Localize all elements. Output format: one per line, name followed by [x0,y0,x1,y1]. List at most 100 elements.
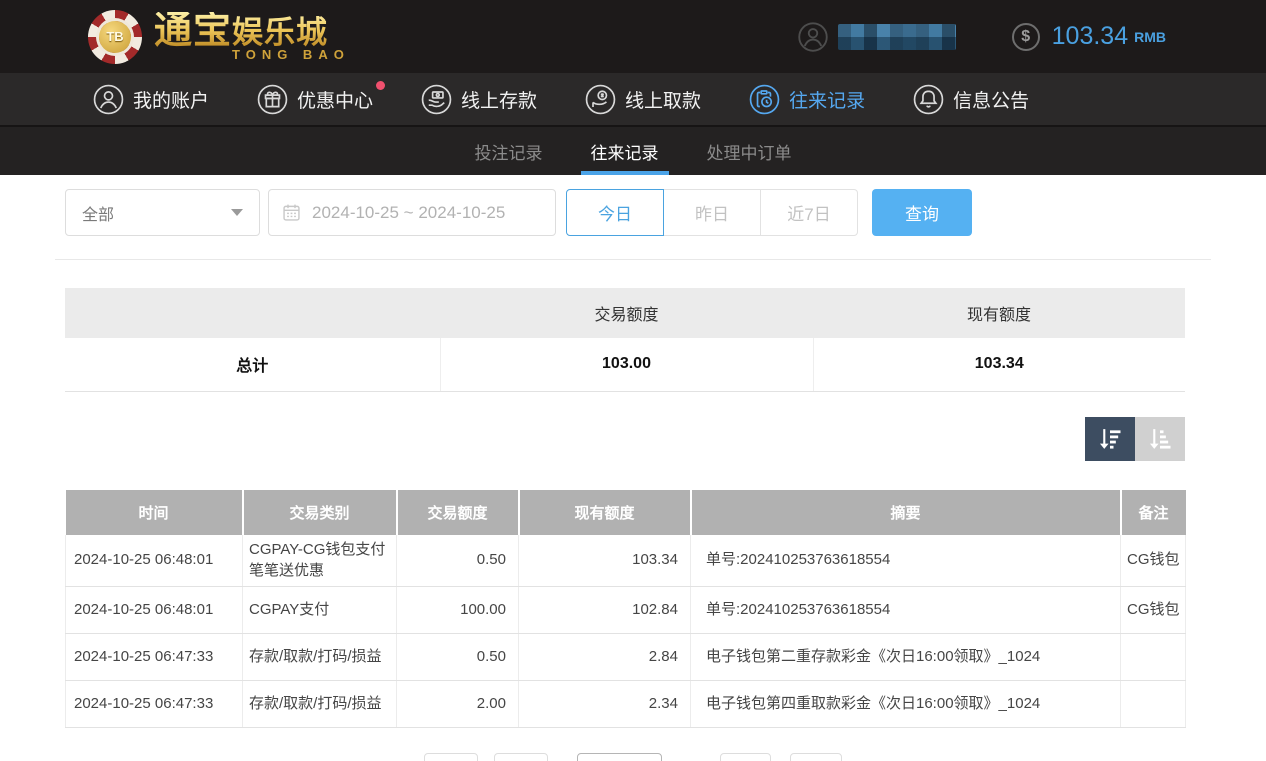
summary-total-row: 总计 103.00 103.34 [65,338,1185,391]
table-row: 2024-10-25 06:47:33 存款/取款/打码/损益 2.00 2.3… [66,681,1186,728]
cell-summary: 单号:202410253763618554 [691,587,1121,634]
masked-username [838,24,956,50]
cell-type: CGPAY支付 [243,587,397,634]
cell-time: 2024-10-25 06:47:33 [66,681,243,728]
user-avatar-icon [798,22,828,52]
site-logo[interactable]: TB 通宝娱乐城 TONG BAO [88,10,350,64]
col-current-amount: 现有额度 [519,490,691,535]
sort-descending-icon [1096,425,1124,453]
type-select[interactable]: 全部 [65,189,260,236]
cell-time: 2024-10-25 06:48:01 [66,535,243,587]
chevron-down-icon [231,209,243,216]
summary-header-current: 现有额度 [813,288,1185,338]
cell-transaction-amount: 100.00 [397,587,519,634]
cell-summary: 电子钱包第二重存款彩金《次日16:00领取》_1024 [691,634,1121,681]
site-title: 通宝娱乐城 [154,12,350,50]
notification-dot [376,81,385,90]
chip-label: TB [99,21,131,53]
cell-transaction-amount: 2.00 [397,681,519,728]
cell-transaction-amount: 0.50 [397,634,519,681]
quick-today-button[interactable]: 今日 [566,189,664,236]
cell-note [1121,634,1186,681]
dollar-icon: $ [1012,23,1040,51]
date-range-value: 2024-10-25 ~ 2024-10-25 [312,203,505,223]
col-type: 交易类别 [243,490,397,535]
nav-item-announcements[interactable]: 信息公告 [913,84,1029,115]
sort-ascending-icon [1146,425,1174,453]
quick-yesterday-button[interactable]: 昨日 [663,189,761,236]
sort-controls [65,417,1185,461]
summary-header-empty [65,288,440,338]
type-select-value: 全部 [82,201,114,225]
col-note: 备注 [1121,490,1186,535]
nav-item-deposit[interactable]: 线上存款 [421,84,537,115]
sort-descending-button[interactable] [1085,417,1135,461]
nav-item-records[interactable]: 往来记录 [749,84,865,115]
tab-pending-orders[interactable]: 处理中订单 [705,127,794,175]
top-bar: TB 通宝娱乐城 TONG BAO $ 103.34 RMB [0,0,1266,73]
cell-summary: 电子钱包第四重取款彩金《次日16:00领取》_1024 [691,681,1121,728]
search-button[interactable]: 查询 [872,189,972,236]
balance-amount: 103.34 [1052,22,1128,51]
records-icon [749,84,780,115]
records-header-row: 时间 交易类别 交易额度 现有额度 摘要 备注 [66,490,1186,535]
summary-header-row: 交易额度 现有额度 [65,288,1185,338]
cell-note [1121,681,1186,728]
records-table: 时间 交易类别 交易额度 现有额度 摘要 备注 2024-10-25 06:48… [65,490,1186,729]
cell-time: 2024-10-25 06:47:33 [66,634,243,681]
cell-current-amount: 102.84 [519,587,691,634]
cell-note: CG钱包 [1121,587,1186,634]
withdraw-icon [585,84,616,115]
cell-current-amount: 2.34 [519,681,691,728]
nav-item-promotions[interactable]: 优惠中心 [257,84,373,115]
gift-icon [257,84,288,115]
user-account[interactable] [798,22,956,52]
cell-current-amount: 103.34 [519,535,691,587]
summary-transaction-total: 103.00 [440,338,813,391]
cell-transaction-amount: 0.50 [397,535,519,587]
cell-note: CG钱包 [1121,535,1186,587]
pagination [0,753,1266,761]
tab-betting-records[interactable]: 投注记录 [473,127,545,175]
cell-type: CGPAY-CG钱包支付笔笔送优惠 [243,535,397,587]
quick-date-group: 今日 昨日 近7日 [566,189,858,236]
cell-current-amount: 2.84 [519,634,691,681]
summary-total-label: 总计 [65,338,440,391]
poker-chip-icon: TB [88,10,142,64]
summary-header-transaction: 交易额度 [440,288,813,338]
pagination-first-button[interactable] [424,753,478,761]
nav-item-my-account[interactable]: 我的账户 [93,84,209,115]
main-nav: 我的账户 优惠中心 线上存款 线上取款 往来记录 [0,73,1266,125]
table-row: 2024-10-25 06:48:01 CGPAY-CG钱包支付笔笔送优惠 0.… [66,535,1186,587]
col-summary: 摘要 [691,490,1121,535]
cell-type: 存款/取款/打码/损益 [243,634,397,681]
nav-item-withdraw[interactable]: 线上取款 [585,84,701,115]
quick-last7days-button[interactable]: 近7日 [760,189,858,236]
pagination-prev-button[interactable] [494,753,548,761]
pagination-next-button[interactable] [720,753,771,761]
summary-table: 交易额度 现有额度 总计 103.00 103.34 [65,288,1185,392]
site-subtitle: TONG BAO [232,48,350,61]
cell-time: 2024-10-25 06:48:01 [66,587,243,634]
content-area: 全部 2024-10-25 ~ 2024-10-25 今日 昨日 近7日 查询 … [0,189,1266,761]
cell-summary: 单号:202410253763618554 [691,535,1121,587]
filter-row: 全部 2024-10-25 ~ 2024-10-25 今日 昨日 近7日 查询 [65,189,1266,236]
record-tabs: 投注记录 往来记录 处理中订单 [0,125,1266,175]
date-range-input[interactable]: 2024-10-25 ~ 2024-10-25 [268,189,556,236]
cell-type: 存款/取款/打码/损益 [243,681,397,728]
account-icon [93,84,124,115]
pagination-last-button[interactable] [790,753,842,761]
summary-current-total: 103.34 [813,338,1185,391]
tab-transaction-records[interactable]: 往来记录 [589,127,661,175]
deposit-icon [421,84,452,115]
col-transaction-amount: 交易额度 [397,490,519,535]
divider-line [55,259,1211,260]
col-time: 时间 [66,490,243,535]
balance-currency: RMB [1134,29,1166,45]
calendar-icon [281,202,302,223]
sort-ascending-button[interactable] [1135,417,1185,461]
pagination-page-select[interactable] [577,753,662,761]
bell-icon [913,84,944,115]
table-row: 2024-10-25 06:48:01 CGPAY支付 100.00 102.8… [66,587,1186,634]
table-row: 2024-10-25 06:47:33 存款/取款/打码/损益 0.50 2.8… [66,634,1186,681]
